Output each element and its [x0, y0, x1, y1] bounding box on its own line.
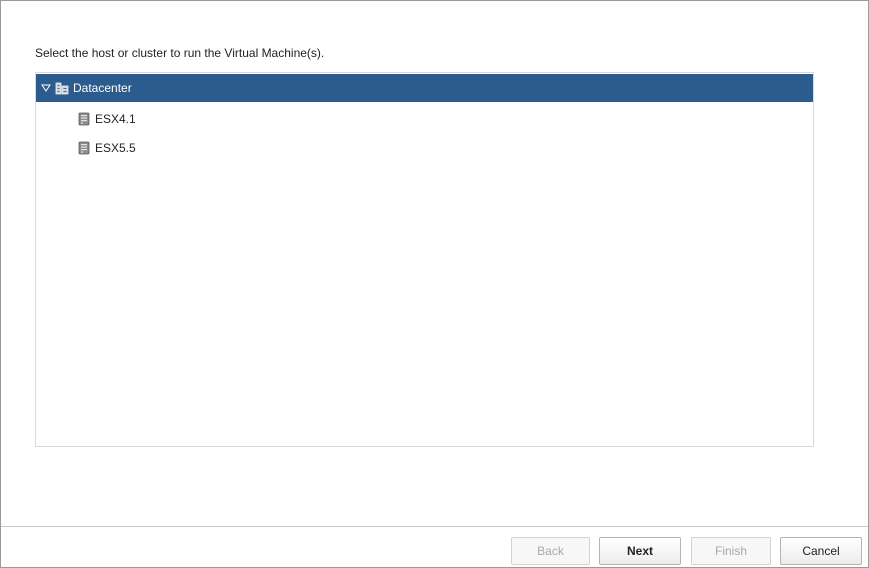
tree-node-datacenter[interactable]: Datacenter	[36, 74, 813, 102]
back-button[interactable]: Back	[511, 537, 590, 565]
host-tree-panel[interactable]: Datacenter ESX4.1 ESX5.5	[35, 72, 814, 447]
instruction-text: Select the host or cluster to run the Vi…	[35, 46, 325, 60]
tree-node-label: Datacenter	[73, 81, 132, 95]
expand-triangle-icon[interactable]	[40, 82, 52, 94]
host-server-icon	[76, 111, 92, 127]
finish-button[interactable]: Finish	[691, 537, 771, 565]
next-button[interactable]: Next	[599, 537, 681, 565]
tree-node-host[interactable]: ESX5.5	[36, 134, 813, 162]
tree-node-label: ESX5.5	[95, 141, 136, 155]
host-server-icon	[76, 140, 92, 156]
footer-divider	[1, 526, 868, 527]
tree-node-label: ESX4.1	[95, 112, 136, 126]
datacenter-icon	[54, 80, 70, 96]
tree-node-host[interactable]: ESX4.1	[36, 105, 813, 133]
wizard-dialog: Select the host or cluster to run the Vi…	[0, 0, 869, 568]
cancel-button[interactable]: Cancel	[780, 537, 862, 565]
